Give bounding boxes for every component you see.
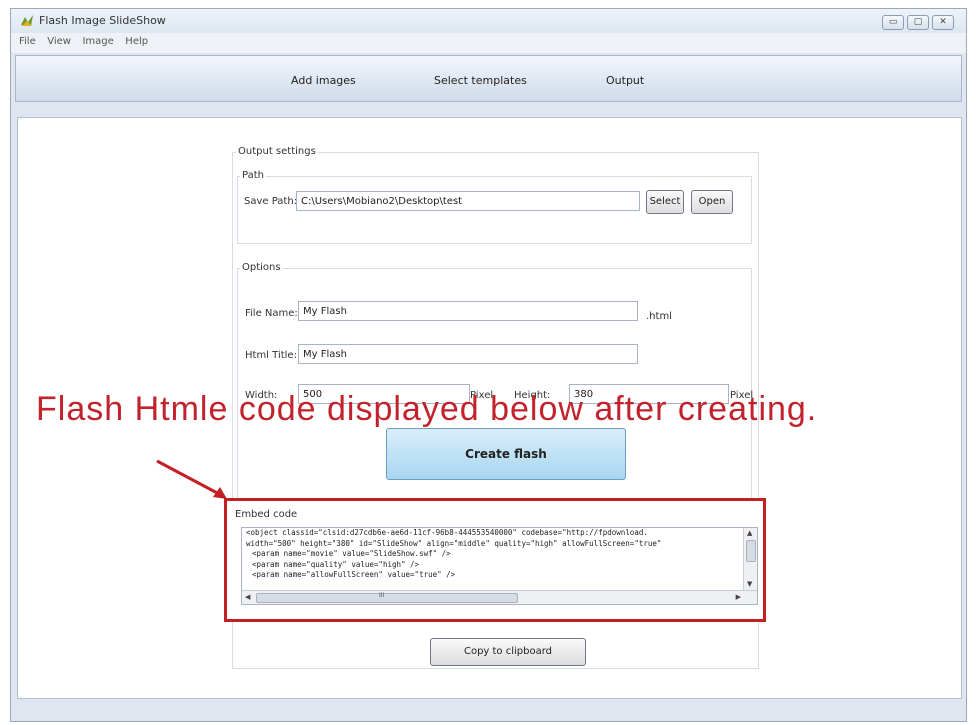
menu-view[interactable]: View [47,36,71,47]
window-controls: ▭ ▢ ✕ [882,15,954,30]
minimize-button[interactable]: ▭ [882,15,904,30]
code-line: <object classid="clsid:d27cdb6e-ae6d-11c… [246,528,648,537]
title-bar: Flash Image SlideShow ▭ ▢ ✕ [11,9,966,33]
create-flash-button[interactable]: Create flash [386,428,626,480]
select-path-button[interactable]: Select [646,190,684,214]
horizontal-scroll-thumb[interactable]: III [256,592,518,603]
nav-select-templates[interactable]: Select templates [434,74,527,87]
menu-bar: File View Image Help [11,33,966,53]
options-legend: Options [240,262,283,273]
file-name-input[interactable]: My Flash [298,301,638,321]
maximize-button[interactable]: ▢ [907,15,929,30]
code-line: <param name="allowFullScreen" value="tru… [252,570,456,579]
code-line: <param name="movie" value="SlideShow.swf… [252,549,451,558]
scroll-grip: III [379,592,385,599]
code-line: width="500" height="380" id="SlideShow" … [246,538,662,548]
file-extension: .html [646,311,672,322]
code-line: <param name="quality" value="high" /> [252,559,420,569]
scroll-down-icon[interactable]: ▼ [747,580,752,588]
close-button[interactable]: ✕ [932,15,954,30]
html-title-label: Html Title: [245,350,297,361]
step-nav-bar: Add images Select templates Output [15,55,962,102]
save-path-label: Save Path: [244,196,298,207]
menu-file[interactable]: File [19,36,36,47]
menu-help[interactable]: Help [125,36,148,47]
annotation-text: Flash Htmle code displayed below after c… [36,390,818,428]
open-folder-button[interactable]: Open [691,190,733,214]
nav-output[interactable]: Output [606,74,644,87]
status-bar [11,705,966,721]
output-settings-legend: Output settings [236,146,318,157]
menu-image[interactable]: Image [82,36,113,47]
embed-code-textarea[interactable]: <object classid="clsid:d27cdb6e-ae6d-11c… [241,527,758,605]
copy-to-clipboard-button[interactable]: Copy to clipboard [430,638,586,666]
scroll-left-icon[interactable]: ◀ [245,593,250,601]
file-name-label: File Name: [245,308,298,319]
app-logo-icon [21,15,33,26]
scroll-up-icon[interactable]: ▲ [747,529,752,537]
vertical-scroll-thumb[interactable] [746,540,756,562]
scroll-right-icon[interactable]: ▶ [736,593,741,601]
path-legend: Path [240,170,266,181]
embed-code-group: Embed code <object classid="clsid:d27cdb… [224,498,766,622]
horizontal-scrollbar[interactable]: ◀ III ▶ [242,590,757,604]
window-title: Flash Image SlideShow [39,14,166,27]
save-path-input[interactable]: C:\Users\Mobiano2\Desktop\test [296,191,640,211]
nav-add-images[interactable]: Add images [291,74,356,87]
html-title-input[interactable]: My Flash [298,344,638,364]
embed-code-legend: Embed code [233,509,300,520]
vertical-scrollbar[interactable]: ▲ ▼ [743,528,757,590]
annotation-arrow-icon [156,459,227,499]
